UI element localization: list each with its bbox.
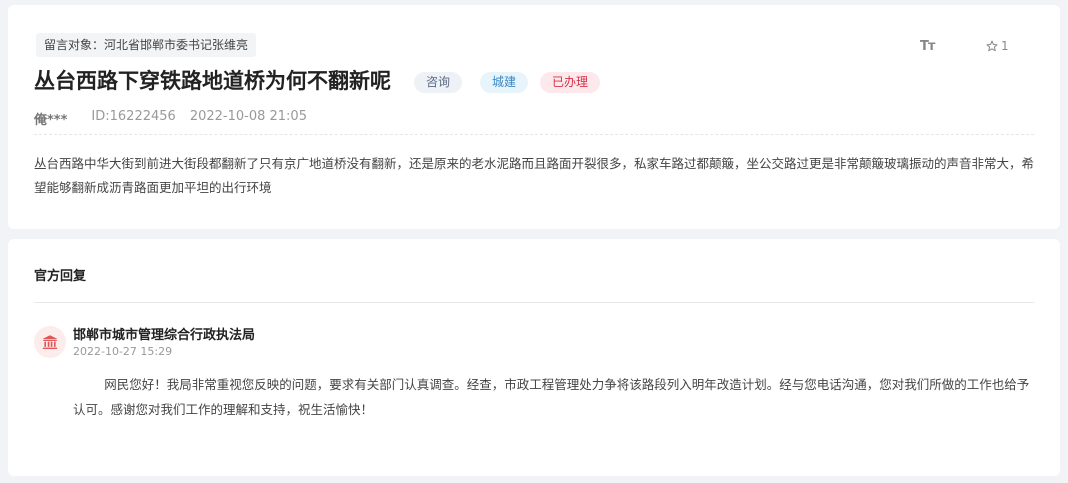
reply-section-title: 官方回复 — [34, 269, 87, 284]
star-outline-icon — [986, 40, 998, 52]
reply-card: 官方回复 邯郸市城市管理综合行政执法局 2022-10-27 15:29 网民您… — [8, 239, 1060, 476]
tag-urban-construction: 城建 — [480, 72, 529, 93]
divider — [34, 302, 1034, 303]
favorite-button[interactable]: 1 — [986, 39, 1009, 53]
font-size-icon: Tт — [920, 39, 935, 54]
message-title: 丛台西路下穿铁路地道桥为何不翻新呢 — [34, 69, 391, 93]
tag-status-done: 已办理 — [540, 72, 601, 93]
divider — [34, 134, 1034, 135]
message-content: 丛台西路中华大街到前进大街段都翻新了只有京广地道桥没有翻新，还是原来的老水泥路而… — [34, 156, 1035, 195]
font-size-button[interactable]: Tт — [920, 39, 935, 54]
message-date: 2022-10-08 21:05 — [189, 109, 307, 124]
tag-consult: 咨询 — [414, 72, 463, 93]
message-id: ID:16222456 — [91, 109, 176, 124]
message-meta: 俺*** ID:16222456 2022-10-08 21:05 — [34, 109, 307, 128]
message-card: 留言对象：河北省邯郸市委书记张维亮 丛台西路下穿铁路地道桥为何不翻新呢 咨询 城… — [8, 5, 1060, 229]
government-building-icon — [34, 326, 66, 358]
reply-department: 邯郸市城市管理综合行政执法局 — [73, 328, 256, 343]
reply-content: 网民您好！我局非常重视您反映的问题，要求有关部门认真调查。经查，市政工程管理处力… — [73, 377, 1030, 417]
favorite-count: 1 — [1001, 39, 1009, 53]
message-author: 俺*** — [34, 113, 68, 128]
message-recipient: 留言对象：河北省邯郸市委书记张维亮 — [36, 33, 257, 57]
reply-date: 2022-10-27 15:29 — [73, 345, 173, 358]
